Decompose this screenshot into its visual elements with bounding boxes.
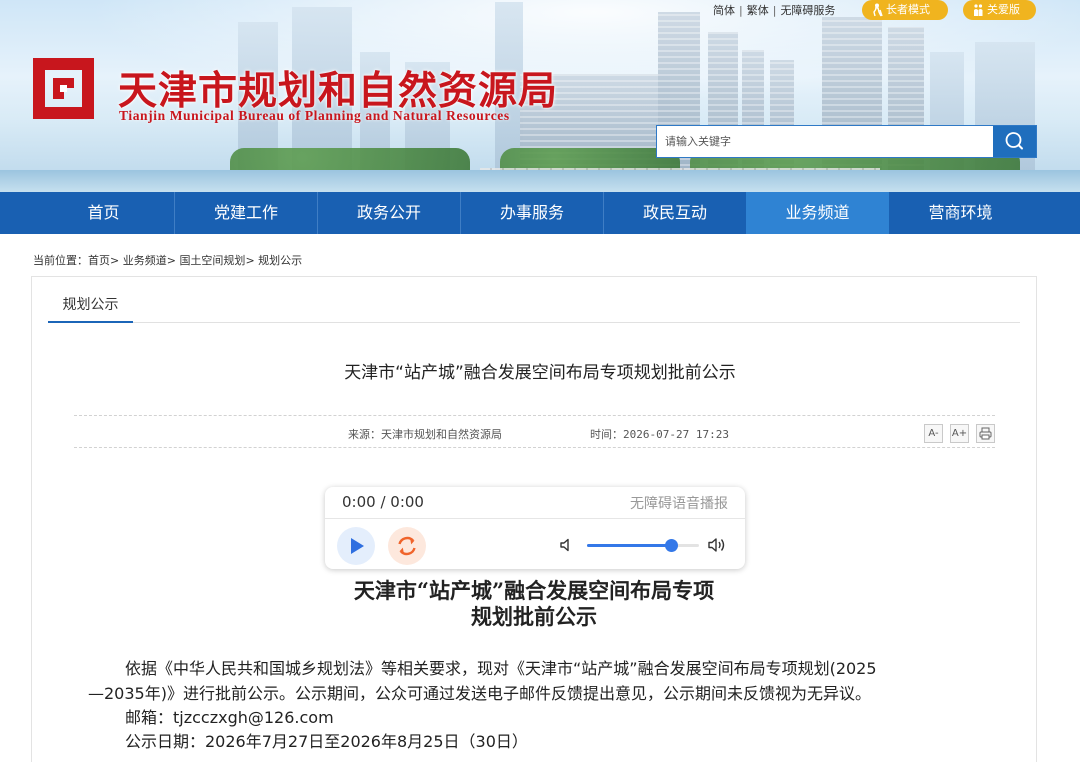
divider [74,447,995,448]
care-icon [974,4,983,16]
replay-button[interactable] [388,527,426,565]
body-period: 公示日期：2026年7月27日至2026年8月25日（30日） [125,732,528,751]
body-title-line2: 规划批前公示 [471,604,597,629]
volume-slider[interactable] [587,539,699,552]
article-title: 天津市“站产城”融合发展空间布局专项规划批前公示 [344,363,736,383]
body-email: 邮箱：tjzcczxgh@126.com [125,708,334,727]
breadcrumb-business-channel[interactable]: 业务频道 [123,254,167,267]
breadcrumb-planning-notice[interactable]: 规划公示 [258,254,302,267]
bureau-logo-icon[interactable] [33,58,94,119]
breadcrumb-separator: > [245,254,255,267]
link-simplified[interactable]: 简体 [713,4,735,17]
link-accessibility[interactable]: 无障碍服务 [780,4,835,17]
search-button[interactable] [993,126,1036,157]
replay-icon [398,536,416,556]
banner-river [0,170,1080,192]
body-paragraph: 依据《中华人民共和国城乡规划法》等相关要求，现对《天津市“站产城”融合发展空间布… [125,659,877,678]
search-box [656,125,1037,158]
audio-player: 0:00 / 0:00 无障碍语音播报 [325,487,745,569]
link-traditional[interactable]: 繁体 [747,4,769,17]
elder-mode-button[interactable]: 长者模式 [862,0,948,20]
breadcrumb-label: 当前位置： [33,254,88,267]
breadcrumb-spatial-planning[interactable]: 国土空间规划 [179,254,245,267]
volume-low-icon[interactable] [559,537,575,553]
breadcrumb-separator: > [166,254,176,267]
play-icon [351,538,364,554]
article-time: 时间：2026-07-27 17:23 [590,428,729,441]
player-divider [325,518,745,519]
accessibility-voice-label: 无障碍语音播报 [630,496,728,512]
print-button[interactable] [976,424,995,443]
play-button[interactable] [337,527,375,565]
elder-mode-label: 长者模式 [886,3,930,16]
nav-party-building[interactable]: 党建工作 [175,192,318,234]
elder-icon [873,3,883,17]
care-version-label: 关爱版 [987,3,1020,16]
nav-interaction[interactable]: 政民互动 [604,192,746,234]
breadcrumb-home[interactable]: 首页 [88,254,110,267]
nav-business-environment[interactable]: 营商环境 [889,192,1032,234]
nav-government-affairs[interactable]: 政务公开 [318,192,461,234]
top-links: 简体 | 繁体 | 无障碍服务 [713,4,836,17]
tab-planning-notice[interactable]: 规划公示 [48,290,133,323]
main-nav: 首页 党建工作 政务公开 办事服务 政民互动 业务频道 营商环境 [0,192,1080,234]
volume-handle[interactable] [665,539,678,552]
breadcrumb: 当前位置：首页> 业务频道> 国土空间规划> 规划公示 [33,252,302,268]
font-decrease-button[interactable]: A- [924,424,943,443]
volume-level [587,544,671,547]
breadcrumb-separator: > [110,254,120,267]
print-icon [979,427,992,440]
header-banner: 简体 | 繁体 | 无障碍服务 长者模式 关爱版 天津市规划和自然资源局 Tianjin… [0,0,1080,192]
volume-high-icon[interactable] [707,536,729,554]
nav-business-channel[interactable]: 业务频道 [746,192,889,234]
search-icon [1005,132,1023,150]
player-time: 0:00 / 0:00 [342,493,424,511]
tab-divider [48,322,1020,323]
divider [74,415,995,416]
article-source: 来源：天津市规划和自然资源局 [348,428,502,441]
nav-home[interactable]: 首页 [33,192,175,234]
care-version-button[interactable]: 关爱版 [963,0,1036,20]
font-increase-button[interactable]: A+ [950,424,969,443]
nav-services[interactable]: 办事服务 [461,192,604,234]
body-paragraph-cont: —2035年)》进行批前公示。公示期间，公众可通过发送电子邮件反馈提出意见，公示… [88,684,871,703]
search-input[interactable] [657,126,993,157]
site-title-en: Tianjin Municipal Bureau of Planning and… [119,108,510,123]
